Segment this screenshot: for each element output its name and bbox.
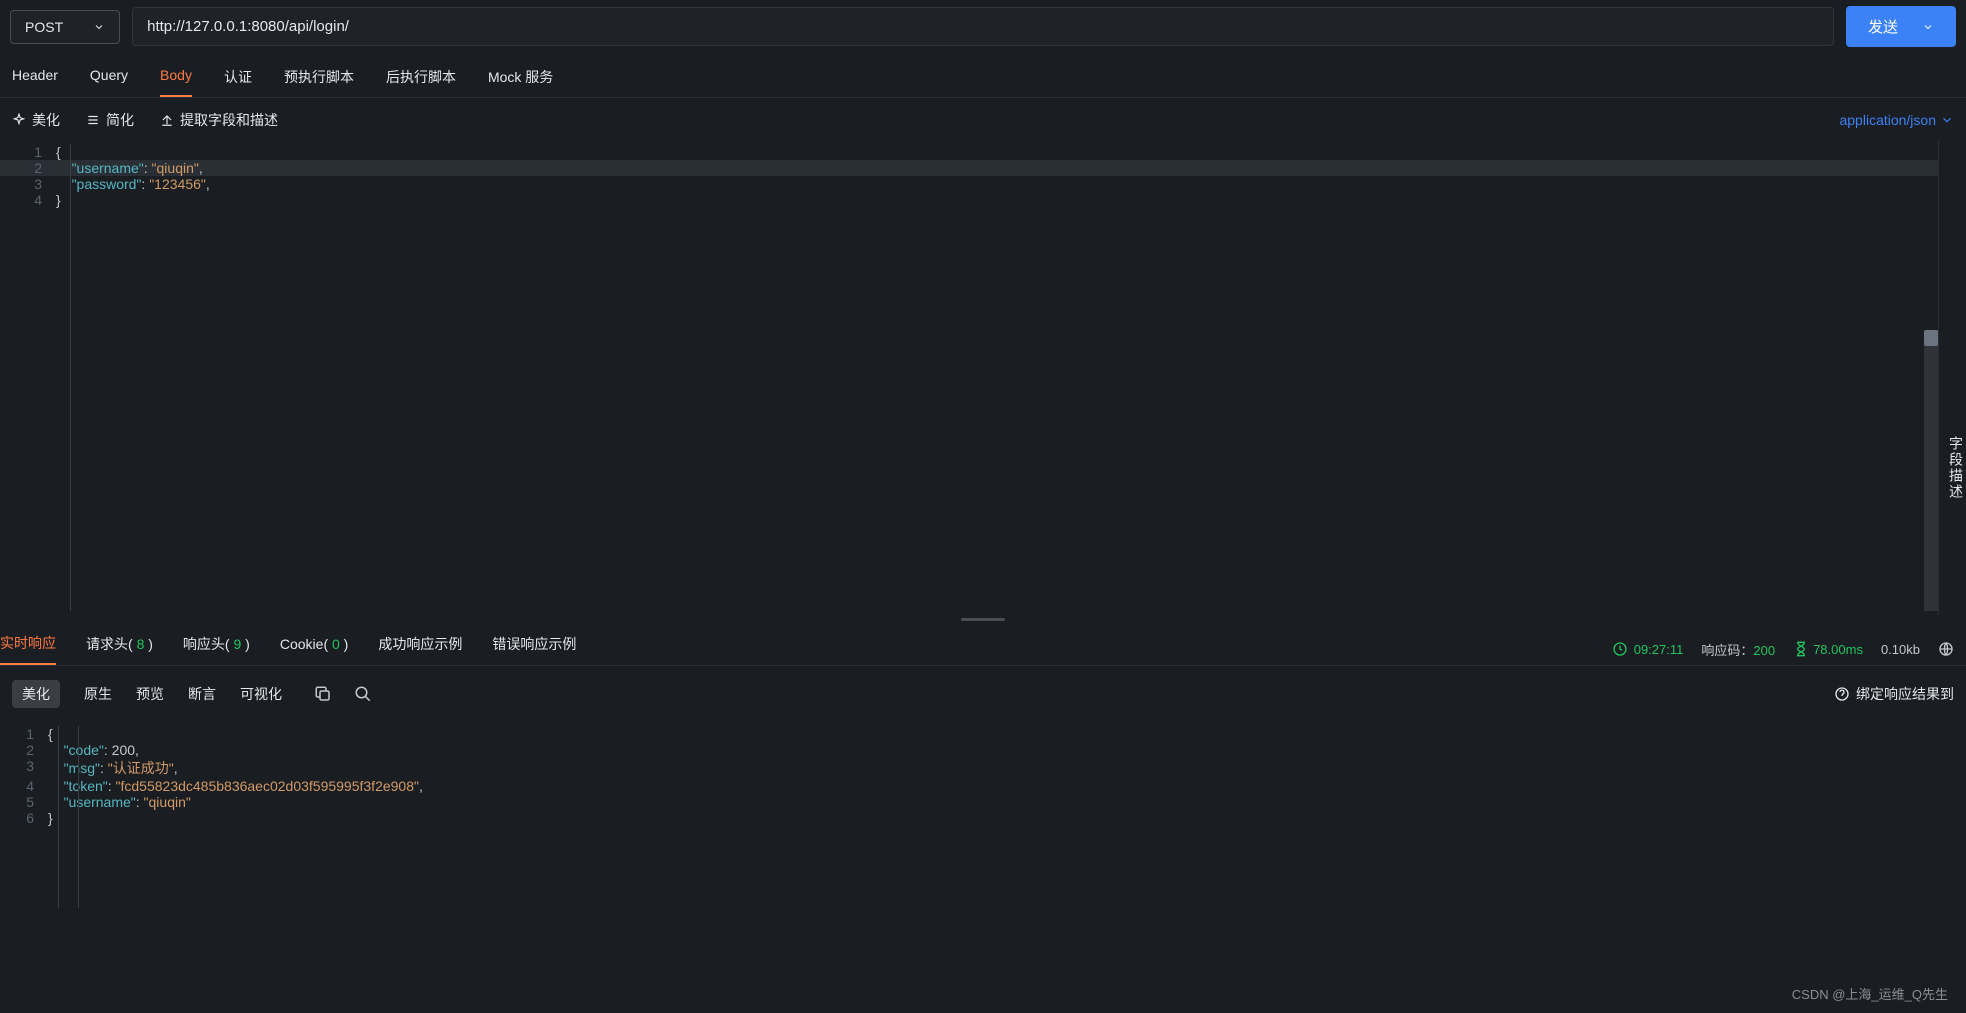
request-body-editor[interactable]: 1{ 2 "username": "qiuqin", 3 "password":… — [0, 140, 1938, 615]
clock-icon — [1612, 641, 1628, 657]
extract-button[interactable]: 提取字段和描述 — [160, 110, 278, 130]
globe-icon — [1938, 641, 1954, 657]
tab-postscript[interactable]: 后执行脚本 — [386, 67, 456, 97]
tab-query[interactable]: Query — [90, 67, 128, 97]
url-input[interactable] — [132, 7, 1834, 46]
chevron-down-icon — [1922, 21, 1934, 33]
response-duration: 78.00ms — [1793, 641, 1863, 657]
chevron-down-icon — [93, 21, 105, 33]
view-beautify[interactable]: 美化 — [12, 680, 60, 708]
tab-header[interactable]: Header — [12, 67, 58, 97]
response-time: 09:27:11 — [1612, 641, 1684, 657]
method-value: POST — [25, 19, 63, 35]
tab-request-headers[interactable]: 请求头( 8 ) — [86, 634, 153, 664]
view-preview[interactable]: 预览 — [136, 684, 164, 704]
sparkle-icon — [12, 113, 26, 127]
response-status: 响应码：200 — [1701, 640, 1775, 659]
response-size: 0.10kb — [1881, 642, 1920, 657]
response-body-editor[interactable]: 1{ 2 "code": 200, 3 "msg": "认证成功", 4 "to… — [0, 722, 1966, 912]
search-icon[interactable] — [354, 685, 372, 703]
tab-mock[interactable]: Mock 服务 — [488, 67, 553, 97]
scrollbar[interactable] — [1924, 330, 1938, 611]
copy-icon[interactable] — [314, 685, 332, 703]
method-select[interactable]: POST — [10, 10, 120, 44]
tab-error-example[interactable]: 错误响应示例 — [492, 634, 576, 664]
tab-prescript[interactable]: 预执行脚本 — [284, 67, 354, 97]
send-button[interactable]: 发送 — [1846, 6, 1956, 47]
split-handle[interactable] — [0, 615, 1966, 623]
content-type-select[interactable]: application/json — [1839, 112, 1954, 128]
view-assert[interactable]: 断言 — [188, 684, 216, 704]
hourglass-icon — [1793, 641, 1809, 657]
upload-icon — [160, 113, 174, 127]
globe-button[interactable] — [1938, 641, 1954, 658]
tab-success-example[interactable]: 成功响应示例 — [378, 634, 462, 664]
bind-response-button[interactable]: 绑定响应结果到 — [1834, 684, 1954, 704]
simplify-button[interactable]: 简化 — [86, 110, 134, 130]
tab-cookie[interactable]: Cookie( 0 ) — [280, 636, 349, 662]
tab-auth[interactable]: 认证 — [224, 67, 252, 97]
field-desc-panel[interactable]: 字段描述 — [1938, 140, 1966, 615]
view-visualize[interactable]: 可视化 — [240, 684, 282, 704]
view-raw[interactable]: 原生 — [84, 684, 112, 704]
tab-realtime-response[interactable]: 实时响应 — [0, 633, 56, 665]
list-icon — [86, 113, 100, 127]
send-label: 发送 — [1868, 16, 1898, 37]
tab-body[interactable]: Body — [160, 67, 192, 97]
tab-response-headers[interactable]: 响应头( 9 ) — [183, 634, 250, 664]
watermark: CSDN @上海_运维_Q先生 — [1792, 984, 1948, 1003]
chevron-down-icon — [1940, 113, 1954, 127]
beautify-button[interactable]: 美化 — [12, 110, 60, 130]
help-icon — [1834, 686, 1850, 702]
